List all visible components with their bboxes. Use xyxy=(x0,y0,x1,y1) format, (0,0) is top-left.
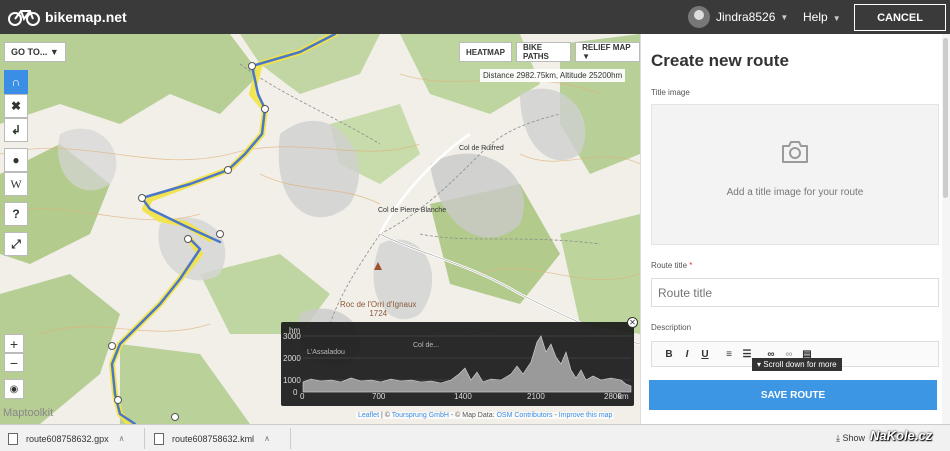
user-menu[interactable]: Jindra8526 ▼ xyxy=(688,6,788,28)
route-title-input[interactable] xyxy=(651,278,939,307)
download-item[interactable]: route608758632.gpx ∧ xyxy=(4,428,145,449)
cancel-button[interactable]: CANCEL xyxy=(854,4,946,31)
avatar xyxy=(688,6,710,28)
download-filename: route608758632.kml xyxy=(172,433,255,444)
help-label: Help xyxy=(803,10,828,24)
top-bar: bikemap.net Jindra8526 ▼ Help ▼ CANCEL xyxy=(0,0,950,34)
title-image-hint: Add a title image for your route xyxy=(726,187,864,198)
page-title: Create new route xyxy=(651,51,789,70)
distance-readout: Distance 2982.75km, Altitude 25200hm xyxy=(480,69,626,82)
file-icon xyxy=(8,432,18,445)
x-tick-700: 700 xyxy=(372,392,386,401)
panel-scrollbar[interactable] xyxy=(942,34,950,424)
download-bar: route608758632.gpx ∧ route608758632.kml … xyxy=(0,424,950,451)
download-item[interactable]: route608758632.kml ∧ xyxy=(150,428,291,449)
bike-icon xyxy=(8,10,40,26)
chevron-down-icon: ▼ xyxy=(780,12,789,22)
x-tick-1400: 1400 xyxy=(454,392,472,401)
route-title-label: Route title * xyxy=(651,261,693,270)
improve-map-link[interactable]: Improve this map xyxy=(559,412,613,419)
magnet-icon[interactable]: ∩ xyxy=(4,70,28,94)
bikemap-logo[interactable]: bikemap.net xyxy=(8,8,127,26)
zoom-out-button[interactable]: − xyxy=(4,353,24,372)
description-label: Description xyxy=(651,323,692,332)
maptoolkit-logo: Maptoolkit xyxy=(3,407,54,419)
osm-link[interactable]: OSM Contributors xyxy=(496,412,552,419)
ordered-list-icon[interactable]: ≡ xyxy=(720,349,738,360)
relief-map-dropdown[interactable]: RELIEF MAP ▼ xyxy=(575,42,640,62)
required-mark: * xyxy=(689,261,693,270)
map-layer-buttons: HEATMAP BIKE PATHS RELIEF MAP ▼ xyxy=(455,42,640,62)
zoom-in-button[interactable]: + xyxy=(4,334,24,353)
return-icon[interactable]: ↲ xyxy=(4,118,28,142)
x-unit: km xyxy=(618,392,629,401)
elevation-label-2: Col de... xyxy=(413,342,440,349)
y-tick-3000: 3000 xyxy=(283,332,301,341)
underline-button[interactable]: U xyxy=(696,349,714,360)
peak-name: Roc de l'Orri d'Ignaux xyxy=(340,300,417,309)
file-icon xyxy=(154,432,164,445)
camera-icon xyxy=(782,141,808,163)
goto-dropdown[interactable]: GO TO... ▼ xyxy=(4,42,66,62)
heatmap-button[interactable]: HEATMAP xyxy=(459,42,512,62)
title-image-dropzone[interactable]: Add a title image for your route xyxy=(651,104,939,245)
elevation-label-1: L'Assaladou xyxy=(307,349,345,356)
x-tick-2100: 2100 xyxy=(527,392,545,401)
help-menu[interactable]: Help ▼ xyxy=(803,10,841,24)
help-icon[interactable]: ? xyxy=(4,202,28,226)
route-tools: ∩ ✖ ↲ ● W ? ⤢ xyxy=(4,70,28,256)
watermark: NaKole.cz xyxy=(870,428,933,443)
place-label-col-ruifred: Col de Ruifred xyxy=(459,145,504,152)
download-icon: ⤓ xyxy=(836,433,840,443)
title-image-label: Title image xyxy=(651,88,690,97)
place-label-col-pierre-blanche: Col de Pierre Blanche xyxy=(378,207,447,214)
leaflet-link[interactable]: Leaflet xyxy=(358,412,379,419)
bike-paths-button[interactable]: BIKE PATHS xyxy=(515,42,572,62)
scroll-hint: ▾ Scroll down for more xyxy=(752,358,842,371)
fullscreen-icon[interactable]: ⤢ xyxy=(4,232,28,256)
chevron-up-icon[interactable]: ∧ xyxy=(264,434,270,443)
y-tick-0: 0 xyxy=(293,388,298,397)
peak-label: Roc de l'Orri d'Ignaux 1724 xyxy=(340,300,416,318)
bold-button[interactable]: B xyxy=(660,349,678,360)
username: Jindra8526 xyxy=(716,10,776,24)
italic-button[interactable]: I xyxy=(678,349,696,360)
logo-text: bikemap.net xyxy=(45,9,127,25)
elevation-profile[interactable]: ✕ hm 3000 2000 1000 0 0 700 1400 2100 28… xyxy=(281,317,638,406)
pin-icon[interactable]: ● xyxy=(4,148,28,172)
save-route-button[interactable]: SAVE ROUTE xyxy=(649,380,937,410)
wikipedia-icon[interactable]: W xyxy=(4,172,28,196)
toursprung-link[interactable]: Toursprung GmbH xyxy=(392,412,449,419)
download-filename: route608758632.gpx xyxy=(26,433,109,444)
x-tick-0: 0 xyxy=(300,392,305,401)
y-tick-2000: 2000 xyxy=(283,354,301,363)
chevron-down-icon: ▼ xyxy=(832,14,841,23)
zoom-control: + − xyxy=(4,334,24,372)
locate-icon[interactable]: ◉ xyxy=(4,379,24,399)
chevron-up-icon[interactable]: ∧ xyxy=(119,434,125,443)
peak-elevation: 1724 xyxy=(369,309,388,318)
delete-icon[interactable]: ✖ xyxy=(4,94,28,118)
show-all-downloads[interactable]: ⤓ Show xyxy=(836,433,865,444)
map-attribution: Leaflet | © Toursprung GmbH - © Map Data… xyxy=(356,412,615,419)
y-tick-1000: 1000 xyxy=(283,376,301,385)
